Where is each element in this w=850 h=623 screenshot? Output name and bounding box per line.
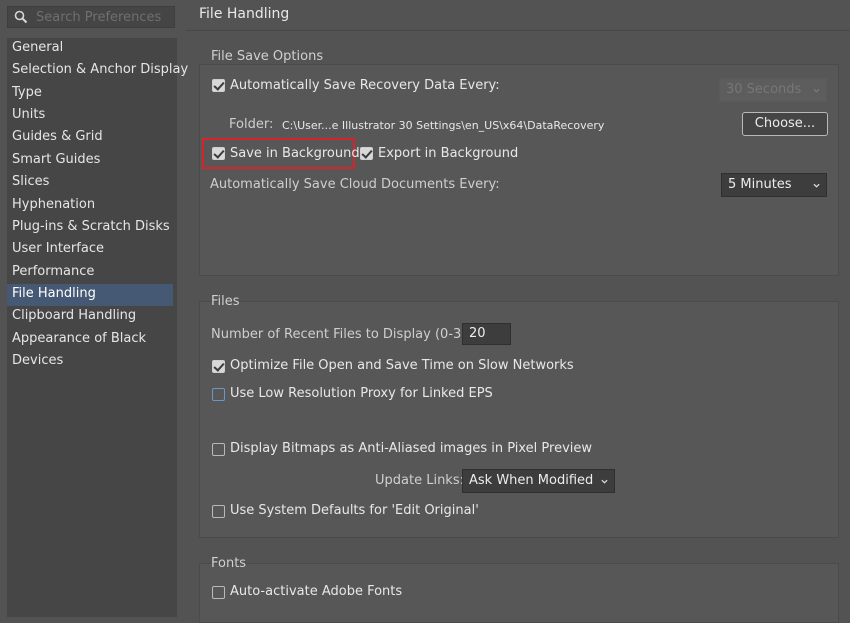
sidebar-item-type[interactable]: Type	[7, 83, 173, 105]
choose-folder-button[interactable]: Choose...	[742, 112, 828, 136]
low-res-proxy-checkbox[interactable]	[212, 388, 225, 401]
sidebar-item-appearance-of-black[interactable]: Appearance of Black	[7, 329, 173, 351]
chevron-down-icon	[813, 88, 820, 93]
page-title: File Handling	[199, 6, 290, 22]
auto-save-interval-value: 30 Seconds	[726, 82, 802, 97]
auto-save-checkbox[interactable]	[212, 79, 225, 92]
group-title-files: Files	[211, 294, 240, 309]
sidebar-item-smart-guides[interactable]: Smart Guides	[7, 150, 173, 172]
sidebar-item-hyphenation[interactable]: Hyphenation	[7, 195, 173, 217]
sidebar-item-clipboard-handling[interactable]: Clipboard Handling	[7, 306, 173, 328]
title-divider	[186, 30, 850, 31]
cloud-save-label: Automatically Save Cloud Documents Every…	[210, 177, 500, 192]
chevron-down-icon	[813, 183, 820, 188]
recent-files-input[interactable]: 20	[462, 323, 511, 345]
group-title-fonts: Fonts	[211, 556, 247, 571]
sidebar-item-slices[interactable]: Slices	[7, 172, 173, 194]
search-box[interactable]	[7, 6, 175, 28]
low-res-proxy-label: Use Low Resolution Proxy for Linked EPS	[230, 386, 493, 401]
auto-save-label: Automatically Save Recovery Data Every:	[230, 78, 500, 93]
anti-aliased-bitmaps-label: Display Bitmaps as Anti-Aliased images i…	[230, 441, 593, 456]
group-title-file-save: File Save Options	[211, 49, 324, 64]
auto-activate-fonts-checkbox[interactable]	[212, 586, 225, 599]
update-links-label: Update Links:	[375, 473, 464, 488]
optimize-network-label: Optimize File Open and Save Time on Slow…	[230, 358, 574, 373]
auto-activate-fonts-label: Auto-activate Adobe Fonts	[230, 584, 403, 599]
auto-save-interval-select: 30 Seconds	[719, 78, 827, 102]
sidebar-item-selection-anchor-display[interactable]: Selection & Anchor Display	[7, 60, 188, 82]
folder-path: C:\User...e Illustrator 30 Settings\en_U…	[282, 119, 605, 132]
sidebar-item-file-handling[interactable]: File Handling	[7, 283, 173, 306]
sidebar-item-devices[interactable]: Devices	[7, 351, 173, 373]
system-defaults-label: Use System Defaults for 'Edit Original'	[230, 503, 479, 518]
update-links-select[interactable]: Ask When Modified	[462, 469, 615, 493]
anti-aliased-bitmaps-checkbox[interactable]	[212, 443, 225, 456]
system-defaults-checkbox[interactable]	[212, 505, 225, 518]
recent-files-label: Number of Recent Files to Display (0-30)…	[211, 327, 479, 342]
sidebar-item-user-interface[interactable]: User Interface	[7, 239, 173, 261]
sidebar-item-guides-grid[interactable]: Guides & Grid	[7, 127, 173, 149]
export-in-background-label: Export in Background	[378, 146, 519, 161]
chevron-down-icon	[601, 479, 608, 484]
preferences-sidebar: GeneralSelection & Anchor DisplayTypeUni…	[0, 0, 188, 617]
sidebar-item-general[interactable]: General	[7, 38, 173, 60]
sidebar-item-plug-ins-scratch-disks[interactable]: Plug-ins & Scratch Disks	[7, 217, 173, 239]
cloud-save-interval-value: 5 Minutes	[728, 177, 792, 192]
sidebar-item-performance[interactable]: Performance	[7, 262, 173, 284]
save-in-background-label: Save in Background	[230, 146, 360, 161]
folder-label: Folder:	[229, 117, 274, 132]
sidebar-item-units[interactable]: Units	[7, 105, 173, 127]
cloud-save-interval-select[interactable]: 5 Minutes	[721, 173, 827, 197]
search-input[interactable]	[36, 7, 170, 27]
update-links-value: Ask When Modified	[469, 473, 594, 488]
optimize-network-checkbox[interactable]	[212, 360, 225, 373]
search-icon	[14, 10, 28, 24]
preferences-category-list: General Selection & Anchor Display Type Uni…	[7, 38, 188, 617]
export-in-background-checkbox[interactable]	[360, 147, 373, 160]
save-in-background-checkbox[interactable]	[212, 147, 225, 160]
